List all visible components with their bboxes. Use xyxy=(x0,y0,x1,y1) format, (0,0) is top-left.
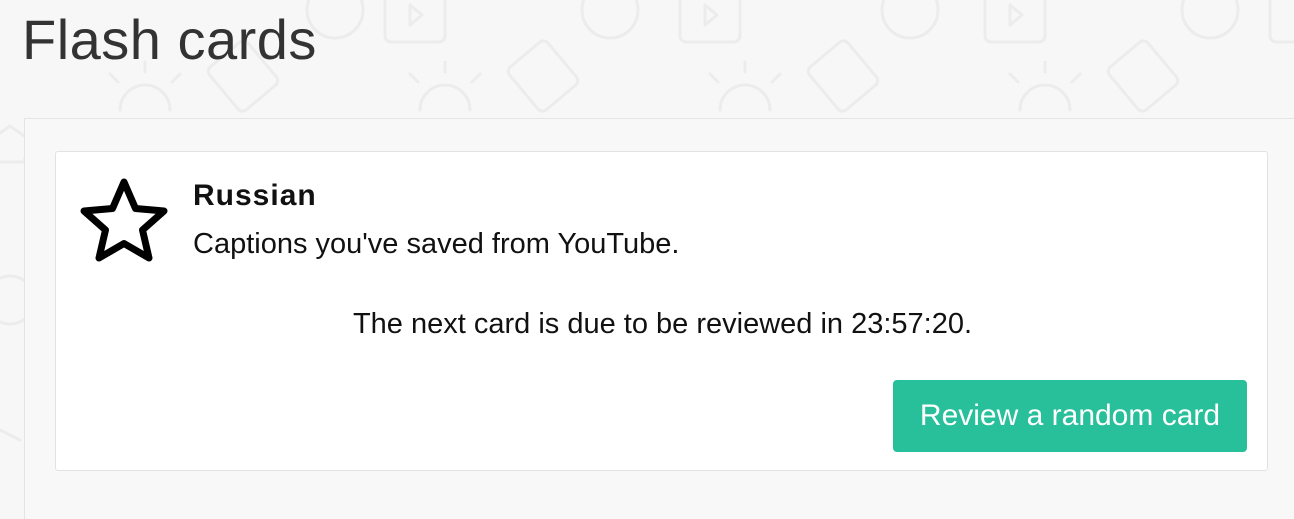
page-title: Flash cards xyxy=(22,8,317,71)
due-message: The next card is due to be reviewed in 2… xyxy=(352,308,973,340)
review-random-card-button[interactable]: Review a random card xyxy=(893,380,1247,452)
deck-name: Russian xyxy=(193,179,317,212)
deck-card: Russian Captions you've saved from YouTu… xyxy=(55,151,1268,471)
deck-description: Captions you've saved from YouTube. xyxy=(193,228,680,260)
star-icon[interactable] xyxy=(78,176,170,266)
